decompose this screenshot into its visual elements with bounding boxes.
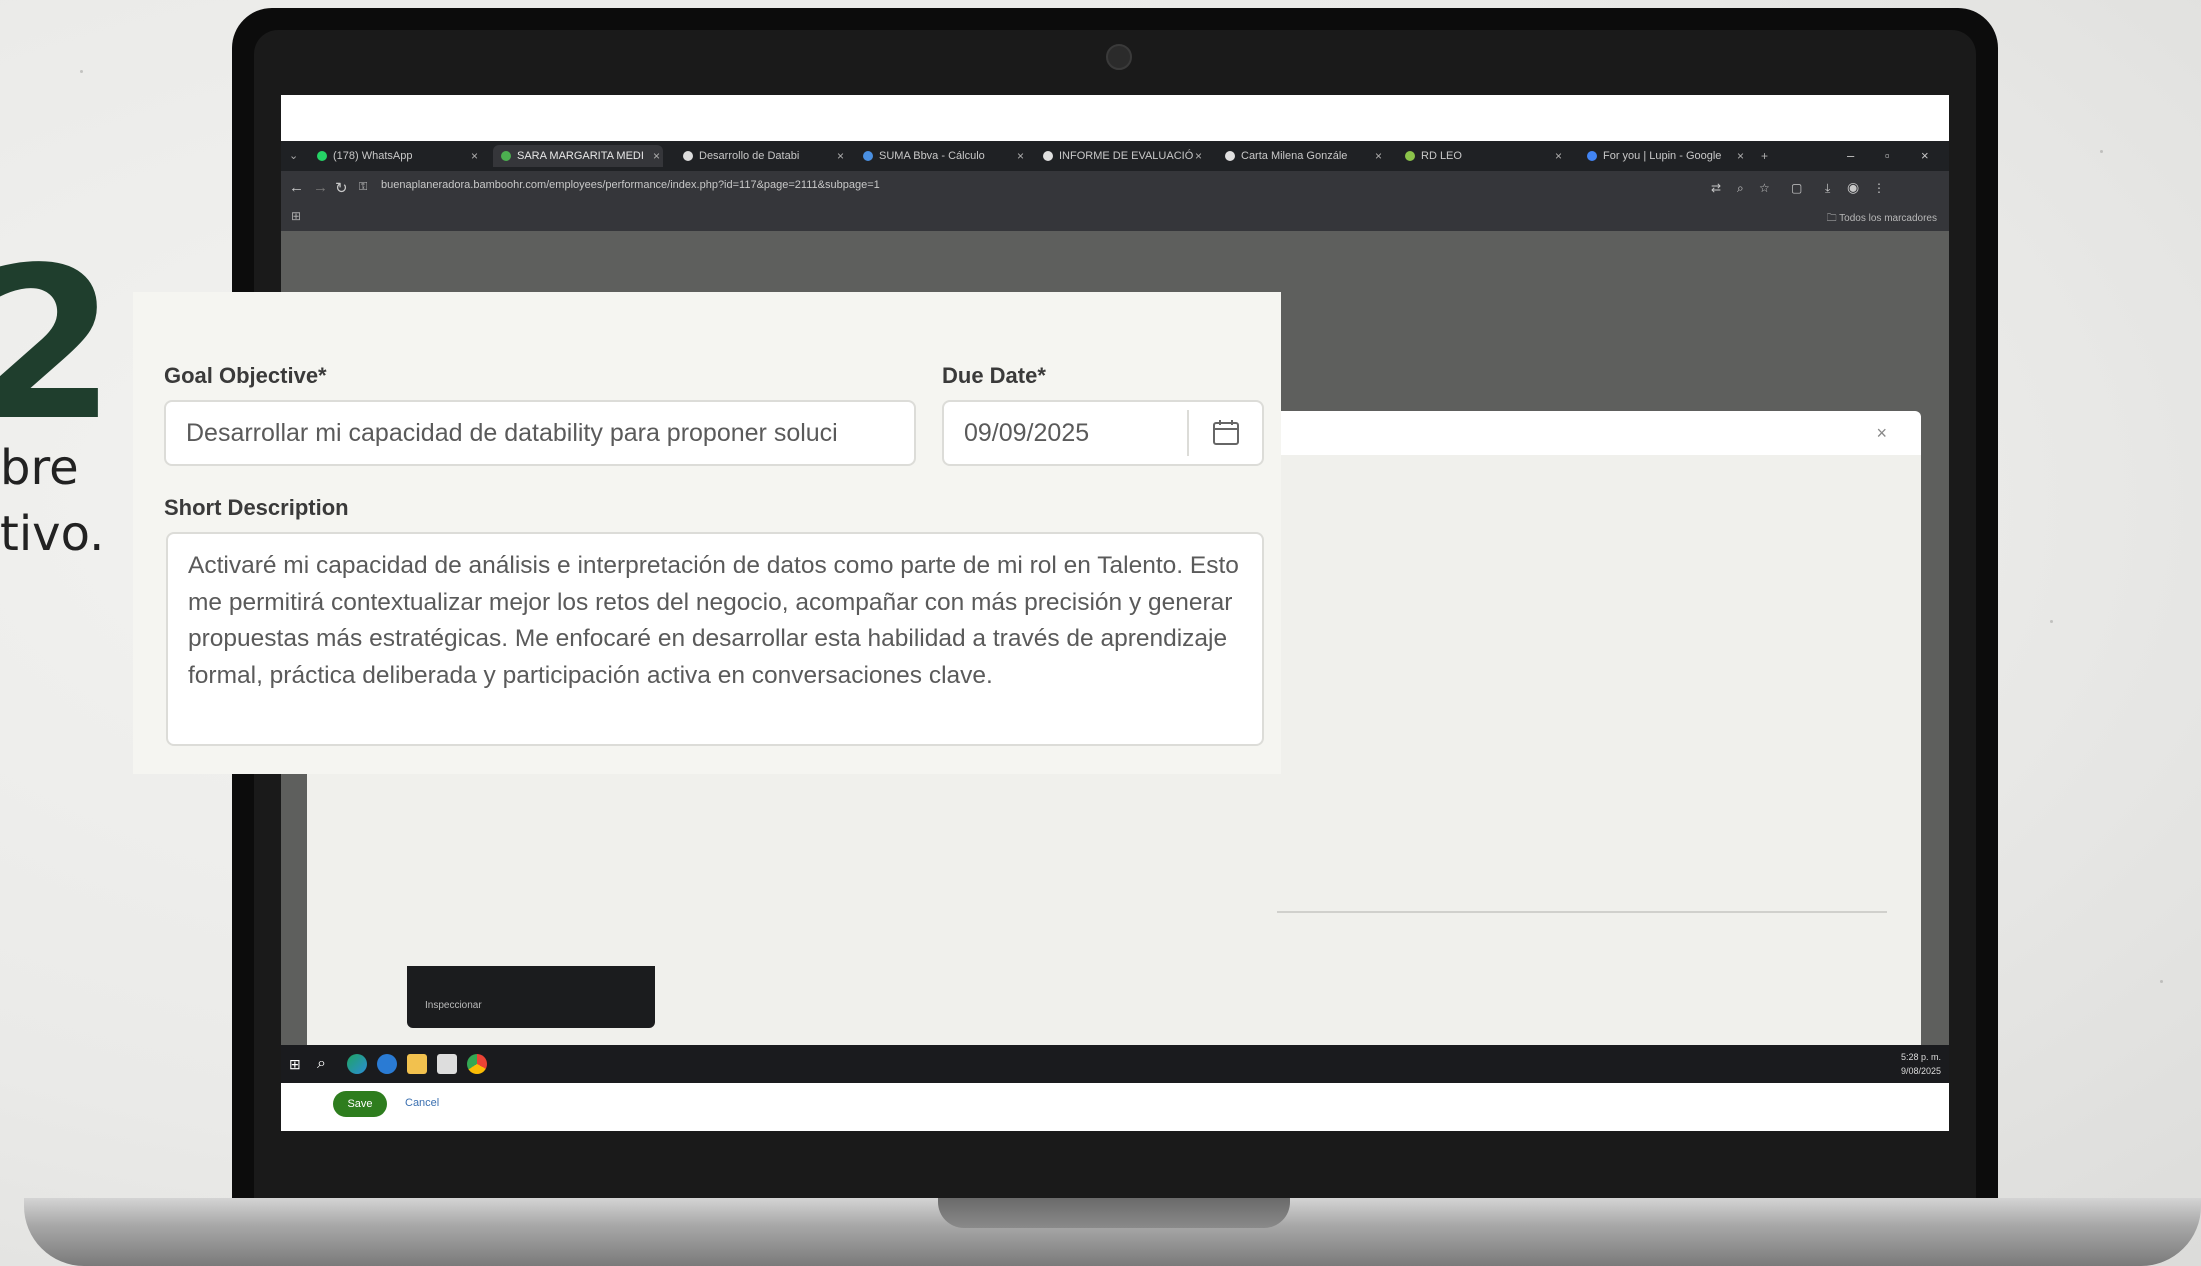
window-close-icon[interactable]: × [1921,145,1929,167]
cancel-link[interactable]: Cancel [405,1097,439,1109]
outlook-icon[interactable] [377,1054,397,1074]
url-field[interactable]: buenaplaneradora.bamboohr.com/employees/… [381,179,880,191]
browser-tab[interactable]: Desarrollo de Databi [683,145,833,167]
tab-close-icon[interactable]: × [1555,145,1562,167]
menu-kebab-icon[interactable]: ⋮ [1873,181,1885,195]
bookmark-star-icon[interactable]: ☆ [1759,181,1770,195]
tab-close-icon[interactable]: × [471,145,478,167]
tab-favicon [683,151,693,162]
tab-search-icon[interactable]: ⌄ [289,145,305,167]
extensions-icon[interactable]: ▢ [1791,181,1802,195]
webcam [1106,44,1132,70]
background-speck [2050,620,2053,623]
apps-grid-icon[interactable]: ⊞ [291,209,301,223]
back-icon[interactable]: ← [289,179,304,196]
due-date-label: Due Date* [942,363,1046,388]
store-icon[interactable] [437,1054,457,1074]
new-tab-icon[interactable]: + [1761,145,1768,167]
goal-objective-input[interactable]: Desarrollar mi capacidad de datability p… [164,400,916,466]
divider [1277,911,1887,913]
download-icon[interactable]: ⤓ [1825,181,1830,196]
tab-favicon [317,151,327,162]
tab-close-icon[interactable]: × [1017,145,1024,167]
taskbar-clock: 5:28 p. m. 9/08/2025 [1900,1052,1941,1076]
windows-taskbar: ⊞ ⌕ 5:28 p. m. 9/08/2025 [281,1045,1949,1083]
browser-tab-active[interactable]: SARA MARGARITA MEDI [493,145,663,167]
date-field-separator [1187,410,1189,456]
dropdown-option[interactable]: Inspeccionar [425,1000,482,1011]
reload-icon[interactable]: ↻ [335,179,348,197]
background-speck [2160,980,2163,983]
browser-tab[interactable]: SUMA Bbva - Cálculo [863,145,1013,167]
tab-favicon [863,151,873,162]
minimize-icon[interactable]: – [1847,145,1854,167]
tab-close-icon[interactable]: × [1737,145,1744,167]
browser-tab[interactable]: RD LEO [1405,145,1555,167]
background-speck [2100,150,2103,153]
side-text-line1: bre [0,440,79,496]
save-button[interactable]: Save [333,1091,387,1117]
step-number: 2 [0,222,117,467]
browser-tab-bar: ⌄ (178) WhatsApp × SARA MARGARITA MEDI ×… [281,141,1949,171]
bookmarks-bar: ⊞ 🗀 Todos los marcadores [281,205,1949,231]
tab-favicon [1225,151,1235,162]
modal-close-icon[interactable]: × [1876,423,1887,444]
address-bar: ← → ↻ ⚿ buenaplaneradora.bamboohr.com/em… [281,171,1949,205]
calendar-icon[interactable] [1211,418,1241,446]
browser-tab[interactable]: INFORME DE EVALUACIÓ [1043,145,1193,167]
short-description-textarea[interactable]: Activaré mi capacidad de análisis e inte… [166,532,1264,746]
edge-icon[interactable] [347,1054,367,1074]
tab-close-icon[interactable]: × [1375,145,1382,167]
folder-icon: 🗀 [1826,213,1840,224]
browser-tab[interactable]: For you | Lupin - Google [1587,145,1737,167]
chrome-icon[interactable] [467,1054,487,1074]
zoom-icon[interactable]: ⌕ [1737,181,1744,196]
all-bookmarks-link[interactable]: 🗀 Todos los marcadores [1827,211,1937,228]
goal-objective-label: Goal Objective* [164,363,327,388]
tab-close-icon[interactable]: × [1195,145,1202,167]
translate-icon[interactable]: ⇄ [1711,181,1721,195]
browser-tab[interactable]: (178) WhatsApp [317,145,467,167]
forward-icon[interactable]: → [313,179,328,196]
tab-favicon [1587,151,1597,162]
windows-start-icon[interactable]: ⊞ [289,1054,309,1074]
tab-favicon [1405,151,1415,162]
tab-close-icon[interactable]: × [653,145,660,167]
file-explorer-icon[interactable] [407,1054,427,1074]
site-info-icon[interactable]: ⚿ [359,181,367,194]
background-speck [80,70,83,73]
search-icon[interactable]: ⌕ [317,1054,337,1074]
maximize-icon[interactable]: ▫ [1885,145,1890,167]
profile-avatar-icon[interactable]: ◉ [1847,179,1859,196]
short-description-label: Short Description [164,495,349,520]
browser-tab[interactable]: Carta Milena Gonzále [1225,145,1371,167]
tab-favicon [1043,151,1053,162]
laptop-notch [938,1198,1290,1228]
side-text-line2: tivo. [0,506,105,562]
context-dropdown: Inspeccionar [407,966,655,1028]
tab-favicon [501,151,511,162]
tab-close-icon[interactable]: × [837,145,844,167]
